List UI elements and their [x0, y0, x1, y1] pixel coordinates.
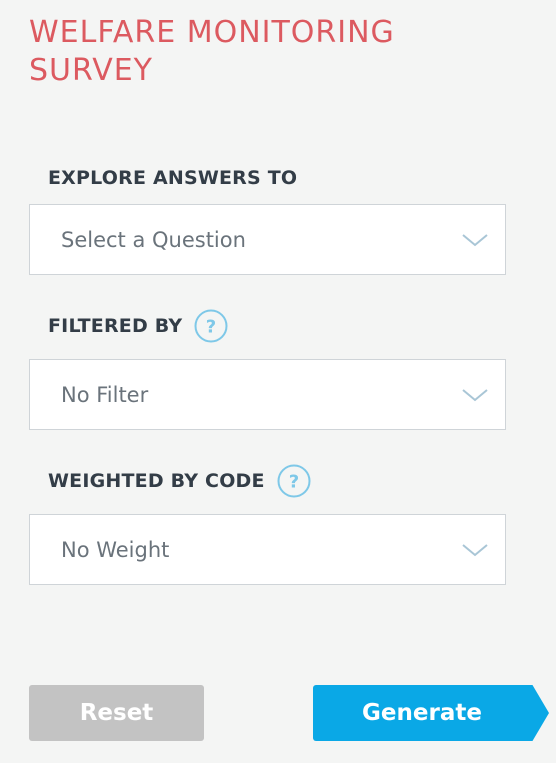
weight-label-row: WEIGHTED BY CODE ?	[48, 461, 311, 501]
weight-select-value: No Weight	[61, 537, 170, 562]
filter-label-row: FILTERED BY ?	[48, 306, 228, 346]
weight-label: WEIGHTED BY CODE	[48, 470, 265, 492]
chevron-down-icon	[462, 544, 488, 557]
filter-help-icon[interactable]: ?	[194, 309, 228, 343]
generate-button[interactable]: Generate	[313, 685, 549, 741]
question-mark-icon: ?	[277, 464, 311, 498]
explore-label-row: EXPLORE ANSWERS TO	[48, 158, 297, 198]
weight-select[interactable]: No Weight	[29, 514, 506, 585]
svg-text:?: ?	[288, 472, 298, 493]
reset-button[interactable]: Reset	[29, 685, 204, 741]
chevron-down-icon	[462, 389, 488, 402]
svg-text:?: ?	[206, 317, 216, 338]
weight-help-icon[interactable]: ?	[277, 464, 311, 498]
chevron-down-icon	[462, 234, 488, 247]
question-select[interactable]: Select a Question	[29, 204, 506, 275]
filter-select-value: No Filter	[61, 382, 149, 407]
explore-label: EXPLORE ANSWERS TO	[48, 167, 298, 189]
page-title: WELFARE MONITORING SURVEY	[29, 15, 395, 88]
filter-label: FILTERED BY	[48, 315, 183, 337]
question-select-value: Select a Question	[61, 227, 246, 252]
filter-select[interactable]: No Filter	[29, 359, 506, 430]
question-mark-icon: ?	[194, 309, 228, 343]
